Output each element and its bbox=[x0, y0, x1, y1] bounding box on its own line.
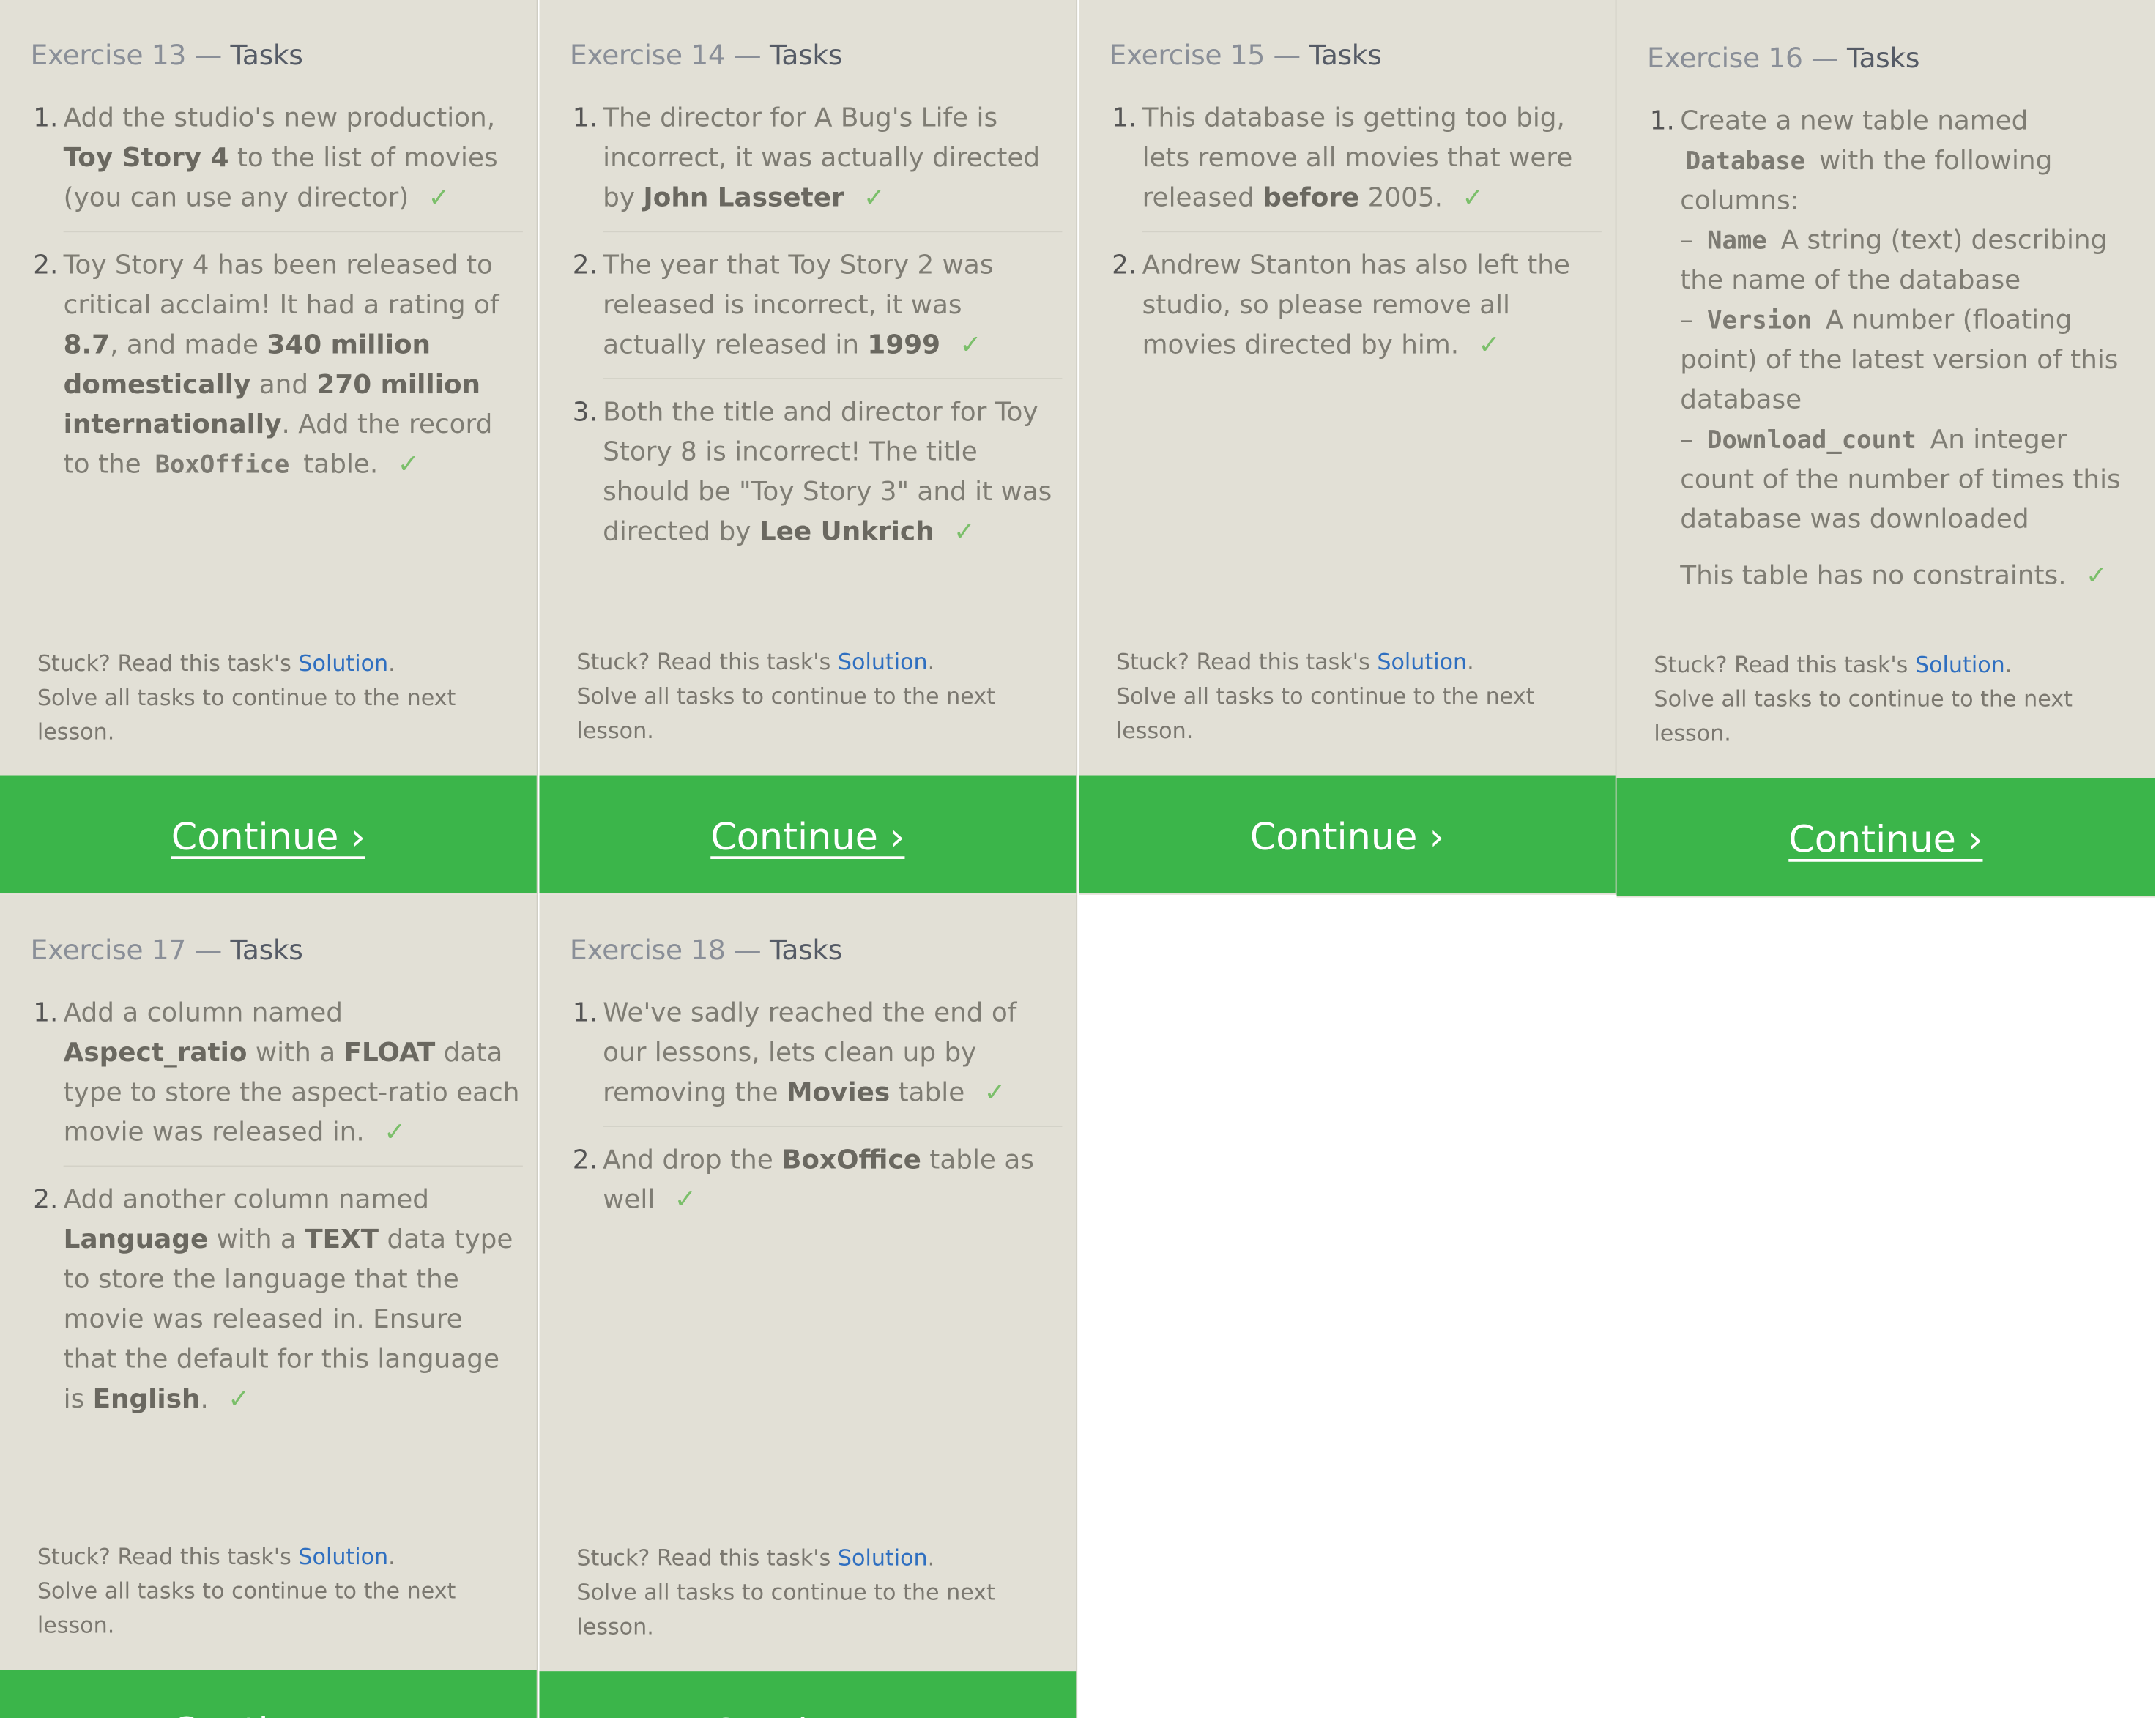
panel-title: Exercise 18 — Tasks bbox=[569, 933, 843, 967]
task-list: 1. The director for A Bug's Life is incor… bbox=[539, 99, 1063, 579]
task-item: 2. Toy Story 4 has been released to criti… bbox=[33, 250, 499, 480]
task-item: 2. Andrew Stanton has also left the studi… bbox=[1112, 250, 1570, 360]
solution-link[interactable]: Solution bbox=[838, 1545, 928, 1572]
task-list: 1. Add a column named Aspect_ratio with a… bbox=[0, 994, 523, 1446]
constraint-note: This table has no constraints. ✓ bbox=[1680, 560, 2108, 592]
check-icon: ✓ bbox=[2085, 560, 2108, 592]
task-list: 1. This database is getting too big, lets… bbox=[1079, 99, 1602, 392]
check-icon: ✓ bbox=[397, 449, 420, 480]
continue-button[interactable]: Continue › bbox=[0, 1670, 537, 1718]
panel-title: Exercise 15 — Tasks bbox=[1109, 38, 1382, 72]
check-icon: ✓ bbox=[953, 516, 975, 547]
check-icon: ✓ bbox=[959, 330, 982, 360]
panel-title: Exercise 14 — Tasks bbox=[569, 38, 843, 72]
panel-footer: Stuck? Read this task's Solution. Solve … bbox=[576, 648, 995, 744]
continue-button[interactable]: Continue › bbox=[1616, 778, 2155, 896]
panel-footer: Stuck? Read this task's Solution. Solve … bbox=[1654, 651, 2073, 747]
solution-link[interactable]: Solution bbox=[298, 650, 388, 677]
task-item: 1. The director for A Bug's Life is incor… bbox=[573, 99, 1063, 233]
exercise-18-panel: Exercise 18 — Tasks 1. We've sadly reache… bbox=[539, 894, 1078, 1718]
check-icon: ✓ bbox=[984, 1077, 1006, 1108]
solution-link[interactable]: Solution bbox=[298, 1544, 388, 1570]
solution-link[interactable]: Solution bbox=[838, 649, 928, 675]
continue-button[interactable]: Continue › bbox=[539, 1671, 1077, 1718]
task-item: 1. Create a new table named Database with… bbox=[1650, 102, 2141, 609]
task-item: 2. The year that Toy Story 2 was released… bbox=[573, 246, 1063, 379]
panel-title: Exercise 16 — Tasks bbox=[1647, 41, 1920, 75]
continue-button[interactable]: Continue › bbox=[0, 775, 537, 893]
task-item: 1. This database is getting too big, lets… bbox=[1112, 99, 1602, 233]
exercise-14-panel: Exercise 14 — Tasks 1. The director for A… bbox=[539, 0, 1078, 895]
check-icon: ✓ bbox=[228, 1383, 250, 1415]
check-icon: ✓ bbox=[863, 182, 885, 213]
task-item: 1. We've sadly reached the end of our les… bbox=[573, 994, 1063, 1127]
column-spec: – Version A number (floating point) of t… bbox=[1680, 305, 2119, 415]
check-icon: ✓ bbox=[428, 182, 450, 213]
task-list: 1. We've sadly reached the end of our les… bbox=[539, 994, 1063, 1246]
panel-footer: Stuck? Read this task's Solution. Solve … bbox=[1115, 648, 1535, 744]
task-item: 2. Add another column named Language with… bbox=[33, 1184, 513, 1415]
solution-link[interactable]: Solution bbox=[1377, 649, 1467, 675]
task-list: 1. Create a new table named Database with… bbox=[1617, 102, 2141, 622]
solution-link[interactable]: Solution bbox=[1915, 652, 2005, 678]
exercise-15-panel: Exercise 15 — Tasks 1. This database is g… bbox=[1078, 0, 1617, 895]
task-item: 1. Add the studio's new production, Toy S… bbox=[33, 99, 523, 233]
continue-button[interactable]: Continue › bbox=[539, 775, 1077, 893]
check-icon: ✓ bbox=[674, 1184, 696, 1216]
task-item: 3. Both the title and director for Toy St… bbox=[572, 397, 1052, 547]
column-spec: – Name A string (text) describing the na… bbox=[1680, 225, 2108, 296]
task-item: 2. And drop the BoxOffice table as well ✓ bbox=[572, 1145, 1034, 1216]
continue-button[interactable]: Continue › bbox=[1078, 775, 1616, 893]
column-spec: – Download_count An integer count of the… bbox=[1680, 424, 2121, 535]
check-icon: ✓ bbox=[1462, 182, 1484, 213]
task-item: 1. Add a column named Aspect_ratio with a… bbox=[33, 994, 523, 1167]
check-icon: ✓ bbox=[1478, 330, 1501, 360]
panel-title: Exercise 13 — Tasks bbox=[30, 38, 303, 72]
panel-footer: Stuck? Read this task's Solution. Solve … bbox=[37, 650, 456, 745]
exercise-13-panel: Exercise 13 — Tasks 1. Add the studio's n… bbox=[0, 0, 538, 895]
exercise-16-panel: Exercise 16 — Tasks 1. Create a new table… bbox=[1616, 0, 2155, 898]
panel-footer: Stuck? Read this task's Solution. Solve … bbox=[576, 1544, 995, 1640]
task-list: 1. Add the studio's new production, Toy S… bbox=[0, 99, 523, 511]
exercise-grid: Exercise 13 — Tasks 1. Add the studio's n… bbox=[0, 0, 2156, 1718]
panel-title: Exercise 17 — Tasks bbox=[30, 933, 303, 967]
panel-footer: Stuck? Read this task's Solution. Solve … bbox=[37, 1543, 456, 1639]
check-icon: ✓ bbox=[384, 1117, 406, 1148]
exercise-17-panel: Exercise 17 — Tasks 1. Add a column named… bbox=[0, 894, 538, 1718]
